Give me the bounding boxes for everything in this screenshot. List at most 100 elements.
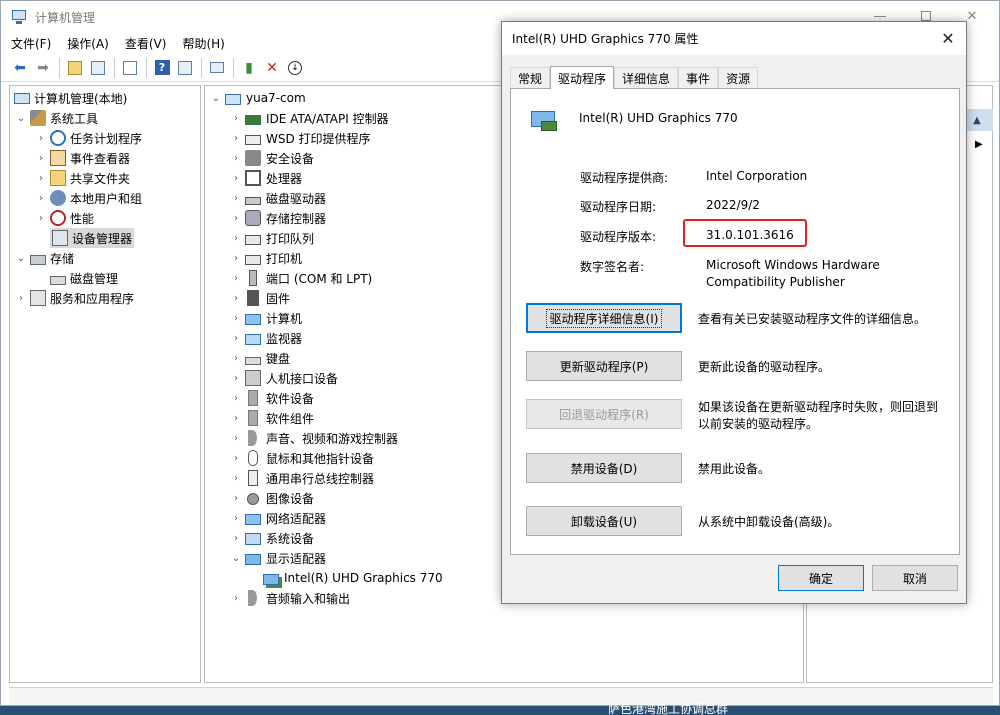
device-category[interactable]: › 打印机 bbox=[229, 248, 302, 268]
update-driver-icon[interactable]: ▮ bbox=[238, 57, 260, 79]
device-category[interactable]: › WSD 打印提供程序 bbox=[229, 128, 371, 148]
tree-item-device-manager[interactable]: 设备管理器 bbox=[50, 228, 135, 248]
tree-item-performance[interactable]: › 性能 bbox=[34, 208, 94, 228]
tree-item-shared-folders[interactable]: › 共享文件夹 bbox=[34, 168, 130, 188]
tree-item-services-apps[interactable]: › 服务和应用程序 bbox=[14, 288, 134, 308]
tab-driver[interactable]: 驱动程序 bbox=[550, 66, 615, 89]
device-root[interactable]: ⌄ yua7-com bbox=[209, 88, 306, 108]
collapsed-arrow-icon[interactable]: › bbox=[34, 191, 48, 205]
device-category[interactable]: › 监视器 bbox=[229, 328, 302, 348]
device-category[interactable]: › 软件组件 bbox=[229, 408, 314, 428]
device-category[interactable]: › IDE ATA/ATAPI 控制器 bbox=[229, 108, 389, 128]
device-category[interactable]: › 存储控制器 bbox=[229, 208, 326, 228]
update-driver-button[interactable]: 更新驱动程序(P) bbox=[526, 351, 682, 381]
device-category[interactable]: › 处理器 bbox=[229, 168, 302, 188]
back-arrow-icon[interactable]: ⬅ bbox=[9, 57, 31, 79]
tab-events[interactable]: 事件 bbox=[678, 67, 719, 89]
device-category[interactable]: › 鼠标和其他指针设备 bbox=[229, 448, 374, 468]
device-category[interactable]: › 图像设备 bbox=[229, 488, 314, 508]
device-category[interactable]: › 计算机 bbox=[229, 308, 302, 328]
collapsed-arrow-icon[interactable]: › bbox=[229, 351, 243, 365]
rollback-driver-button[interactable]: 回退驱动程序(R) bbox=[526, 399, 682, 429]
device-category[interactable]: › 系统设备 bbox=[229, 528, 314, 548]
show-hide-tree-icon[interactable] bbox=[87, 57, 109, 79]
device-category[interactable]: › 打印队列 bbox=[229, 228, 314, 248]
collapsed-arrow-icon[interactable]: › bbox=[229, 171, 243, 185]
menu-view[interactable]: 查看(V) bbox=[125, 35, 167, 52]
action-pane-icon[interactable] bbox=[174, 57, 196, 79]
device-category[interactable]: › 人机接口设备 bbox=[229, 368, 338, 388]
expanded-arrow-icon[interactable]: ⌄ bbox=[209, 91, 223, 105]
collapsed-arrow-icon[interactable]: › bbox=[229, 591, 243, 605]
collapsed-arrow-icon[interactable]: › bbox=[229, 291, 243, 305]
disable-device-button[interactable]: 禁用设备(D) bbox=[526, 453, 682, 483]
collapsed-arrow-icon[interactable]: › bbox=[229, 531, 243, 545]
collapsed-arrow-icon[interactable]: › bbox=[229, 151, 243, 165]
collapsed-arrow-icon[interactable]: › bbox=[229, 271, 243, 285]
scan-hardware-icon[interactable] bbox=[206, 57, 228, 79]
device-category[interactable]: › 通用串行总线控制器 bbox=[229, 468, 374, 488]
properties-icon[interactable] bbox=[119, 57, 141, 79]
device-category[interactable]: › 网络适配器 bbox=[229, 508, 326, 528]
tree-item-task-scheduler[interactable]: › 任务计划程序 bbox=[34, 128, 142, 148]
collapsed-arrow-icon[interactable]: › bbox=[229, 131, 243, 145]
collapsed-arrow-icon[interactable]: › bbox=[14, 291, 28, 305]
download-icon[interactable]: ↓ bbox=[284, 57, 306, 79]
device-intel-uhd-770[interactable]: Intel(R) UHD Graphics 770 bbox=[263, 568, 443, 588]
collapsed-arrow-icon[interactable]: › bbox=[34, 171, 48, 185]
collapsed-arrow-icon[interactable]: › bbox=[229, 191, 243, 205]
collapsed-arrow-icon[interactable]: › bbox=[34, 211, 48, 225]
tree-item-disk-management[interactable]: 磁盘管理 bbox=[50, 268, 118, 288]
driver-details-button[interactable]: 驱动程序详细信息(I) bbox=[526, 303, 682, 333]
collapsed-arrow-icon[interactable]: › bbox=[229, 371, 243, 385]
expanded-arrow-icon[interactable]: ⌄ bbox=[14, 251, 28, 265]
menu-action[interactable]: 操作(A) bbox=[67, 35, 109, 52]
collapsed-arrow-icon[interactable]: › bbox=[229, 511, 243, 525]
collapsed-arrow-icon[interactable]: › bbox=[229, 111, 243, 125]
up-folder-icon[interactable] bbox=[64, 57, 86, 79]
menu-file[interactable]: 文件(F) bbox=[11, 35, 51, 52]
collapsed-arrow-icon[interactable]: › bbox=[229, 471, 243, 485]
device-category[interactable]: › 安全设备 bbox=[229, 148, 314, 168]
device-category[interactable]: › 键盘 bbox=[229, 348, 290, 368]
collapsed-arrow-icon[interactable]: › bbox=[229, 231, 243, 245]
device-category[interactable]: › 声音、视频和游戏控制器 bbox=[229, 428, 398, 448]
more-actions-arrow-icon[interactable]: ▶ bbox=[975, 139, 983, 150]
collapsed-arrow-icon[interactable]: › bbox=[229, 211, 243, 225]
taskbar-item-text[interactable]: 萨色港湾施工协调总群 bbox=[608, 703, 728, 715]
collapsed-arrow-icon[interactable]: › bbox=[229, 491, 243, 505]
device-category[interactable]: › 磁盘驱动器 bbox=[229, 188, 326, 208]
collapsed-arrow-icon[interactable]: › bbox=[229, 311, 243, 325]
navigation-tree-pane[interactable]: 计算机管理(本地) ⌄ 系统工具 › 任务计划程序 › 事件查看器 › 共享文件… bbox=[9, 85, 201, 683]
tree-item-event-viewer[interactable]: › 事件查看器 bbox=[34, 148, 130, 168]
collapsed-arrow-icon[interactable]: › bbox=[34, 151, 48, 165]
device-category-display-adapters[interactable]: ⌄ 显示适配器 bbox=[229, 548, 326, 568]
tab-details[interactable]: 详细信息 bbox=[614, 67, 679, 89]
collapsed-arrow-icon[interactable]: › bbox=[229, 331, 243, 345]
tree-item-computer-management[interactable]: 计算机管理(本地) bbox=[14, 88, 127, 108]
collapsed-arrow-icon[interactable]: › bbox=[229, 451, 243, 465]
tree-item-local-users[interactable]: › 本地用户和组 bbox=[34, 188, 142, 208]
close-icon[interactable]: ✕ bbox=[930, 22, 966, 55]
tree-item-storage[interactable]: ⌄ 存储 bbox=[14, 248, 74, 268]
device-category[interactable]: › 音频输入和输出 bbox=[229, 588, 350, 608]
collapsed-arrow-icon[interactable]: › bbox=[229, 411, 243, 425]
tab-general[interactable]: 常规 bbox=[510, 67, 551, 89]
forward-arrow-icon[interactable]: ➡ bbox=[32, 57, 54, 79]
cancel-button[interactable]: 取消 bbox=[872, 565, 958, 591]
device-category[interactable]: › 固件 bbox=[229, 288, 290, 308]
collapsed-arrow-icon[interactable]: › bbox=[229, 251, 243, 265]
uninstall-device-button[interactable]: 卸载设备(U) bbox=[526, 506, 682, 536]
help-icon[interactable]: ? bbox=[151, 57, 173, 79]
collapsed-arrow-icon[interactable]: › bbox=[34, 131, 48, 145]
menu-help[interactable]: 帮助(H) bbox=[182, 35, 224, 52]
collapsed-arrow-icon[interactable]: › bbox=[229, 431, 243, 445]
device-category[interactable]: › 软件设备 bbox=[229, 388, 314, 408]
tab-resources[interactable]: 资源 bbox=[718, 67, 759, 89]
tree-item-system-tools[interactable]: ⌄ 系统工具 bbox=[14, 108, 98, 128]
dialog-title-bar[interactable]: Intel(R) UHD Graphics 770 属性 bbox=[502, 22, 966, 55]
device-category[interactable]: › 端口 (COM 和 LPT) bbox=[229, 268, 372, 288]
uninstall-device-icon[interactable]: ✕ bbox=[261, 57, 283, 79]
expanded-arrow-icon[interactable]: ⌄ bbox=[229, 551, 243, 565]
expanded-arrow-icon[interactable]: ⌄ bbox=[14, 111, 28, 125]
